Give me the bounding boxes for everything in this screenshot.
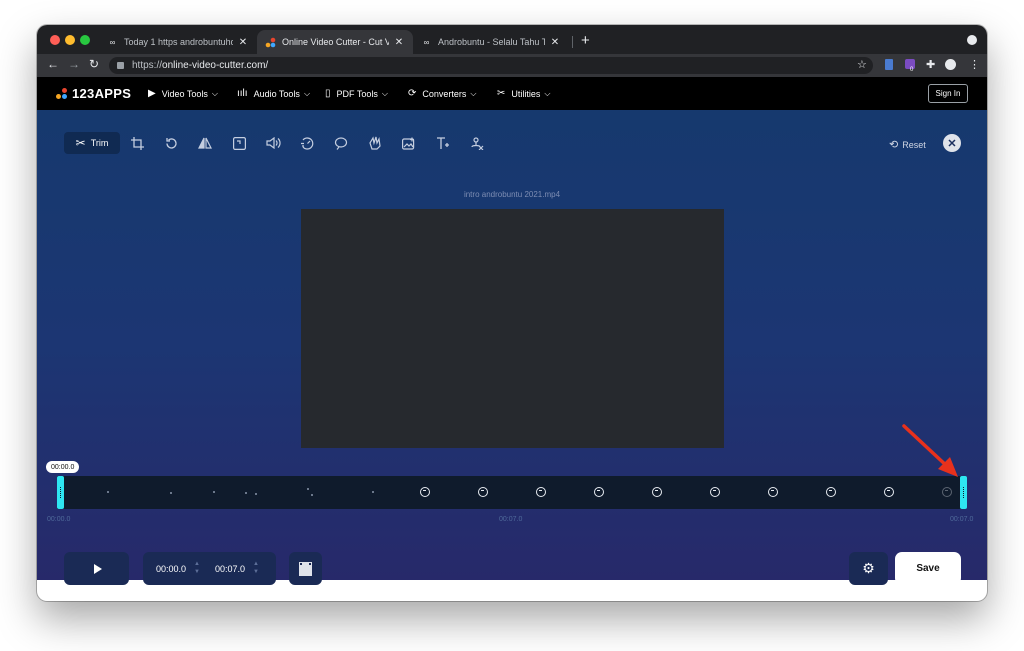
address-bar[interactable]: https:// online-video-cutter.com/	[109, 57, 873, 74]
logo-dots-icon	[56, 87, 68, 100]
waveform-icon: ıılı	[237, 88, 248, 99]
chevron-down-icon: ⌵	[470, 88, 477, 98]
chevron-down-icon: ⌵	[303, 88, 311, 98]
close-tab-icon[interactable]: ✕	[393, 37, 405, 48]
tab-title: Online Video Cutter - Cut Vide	[282, 37, 389, 47]
nav-label: Converters	[422, 88, 467, 99]
kebab-menu-icon[interactable]: ⋮	[969, 58, 980, 71]
trim-time-inputs: 00:00.0 ▲ ▼ 00:07.0 ▲ ▼	[143, 552, 276, 585]
tab-title: Androbuntu - Selalu Tahu Tekn	[438, 37, 545, 47]
nav-label: Utilities	[511, 88, 541, 99]
cut-mode-button[interactable]	[289, 552, 322, 585]
url-host: online-video-cutter.com/	[162, 60, 269, 71]
play-square-icon: ▶	[148, 88, 156, 99]
123apps-icon	[265, 37, 276, 48]
browser-tab[interactable]: ∞ Androbuntu - Selalu Tahu Tekn ✕	[413, 30, 569, 54]
film-strip-icon	[299, 561, 312, 579]
tab-separator	[572, 36, 573, 48]
start-time-stepper-icon[interactable]: ▲ ▼	[194, 560, 200, 576]
infinity-icon: ∞	[423, 37, 430, 47]
nav-label: Video Tools	[161, 88, 208, 99]
nav-label: Audio Tools	[253, 88, 300, 99]
browser-tab-active[interactable]: Online Video Cutter - Cut Vide ✕	[257, 30, 413, 54]
infinity-icon: ∞	[109, 37, 116, 47]
play-icon	[93, 563, 102, 574]
tab-title: Today 1 https androbuntuhq w	[124, 37, 233, 47]
logo-text: 123APPS	[72, 86, 132, 101]
tab-strip: ∞ Today 1 https androbuntuhq w ✕ Online …	[37, 25, 987, 54]
puzzle-icon[interactable]: ✚	[926, 58, 935, 71]
url-scheme: https://	[132, 60, 163, 71]
document-icon: ▯	[325, 88, 331, 99]
chevron-down-icon: ⌵	[381, 88, 388, 98]
play-button[interactable]	[64, 552, 129, 585]
nav-converters[interactable]: ⟳ Converters ⌵	[408, 88, 476, 99]
tab-search-icon[interactable]	[967, 35, 977, 45]
chevron-down-icon: ⌵	[211, 88, 218, 98]
extension-shield-icon[interactable]	[885, 59, 893, 70]
nav-label: PDF Tools	[336, 88, 378, 99]
app-navbar: 123APPS ▶ Video Tools ⌵ ıılı Audio Tools…	[37, 77, 987, 110]
end-time-input[interactable]: 00:07.0	[215, 564, 245, 574]
save-button[interactable]: Save	[895, 552, 961, 585]
zoom-window-button[interactable]	[80, 35, 90, 45]
reload-icon[interactable]: ↻	[89, 57, 99, 71]
logo[interactable]: 123APPS	[56, 86, 131, 101]
bookmark-star-icon[interactable]: ☆	[857, 58, 867, 71]
back-icon[interactable]: ←	[47, 57, 59, 71]
nav-pdf-tools[interactable]: ▯ PDF Tools ⌵	[325, 88, 388, 99]
close-tab-icon[interactable]: ✕	[237, 37, 249, 48]
settings-button[interactable]: ⚙	[849, 552, 888, 585]
refresh-icon: ⟳	[408, 88, 417, 99]
sign-in-button[interactable]: Sign In	[928, 84, 968, 103]
close-window-button[interactable]	[50, 35, 60, 45]
new-tab-icon[interactable]: +	[581, 32, 590, 49]
red-arrow-annotation	[902, 424, 958, 477]
minimize-window-button[interactable]	[65, 35, 75, 45]
browser-window: ∞ Today 1 https androbuntuhq w ✕ Online …	[37, 25, 987, 601]
video-editor: ✂ Trim ⟲ Reset ✕ intro androbuntu 2021.m…	[37, 110, 987, 585]
nav-video-tools[interactable]: ▶ Video Tools ⌵	[148, 88, 218, 99]
tools-icon: ✂	[497, 88, 506, 99]
browser-tab[interactable]: ∞ Today 1 https androbuntuhq w ✕	[99, 30, 257, 54]
close-tab-icon[interactable]: ✕	[549, 37, 561, 48]
start-time-input[interactable]: 00:00.0	[156, 564, 186, 574]
end-time-stepper-icon[interactable]: ▲ ▼	[253, 560, 259, 576]
browser-toolbar: ← → ↻ https:// online-video-cutter.com/ …	[37, 54, 987, 77]
nav-audio-tools[interactable]: ıılı Audio Tools ⌵	[237, 88, 310, 99]
profile-icon[interactable]	[945, 59, 956, 70]
lock-icon	[117, 62, 124, 69]
extension-badge: 0	[910, 67, 914, 73]
gear-icon: ⚙	[862, 560, 875, 576]
chevron-down-icon: ⌵	[544, 88, 551, 98]
forward-icon[interactable]: →	[68, 57, 80, 71]
nav-utilities[interactable]: ✂ Utilities ⌵	[497, 88, 550, 99]
